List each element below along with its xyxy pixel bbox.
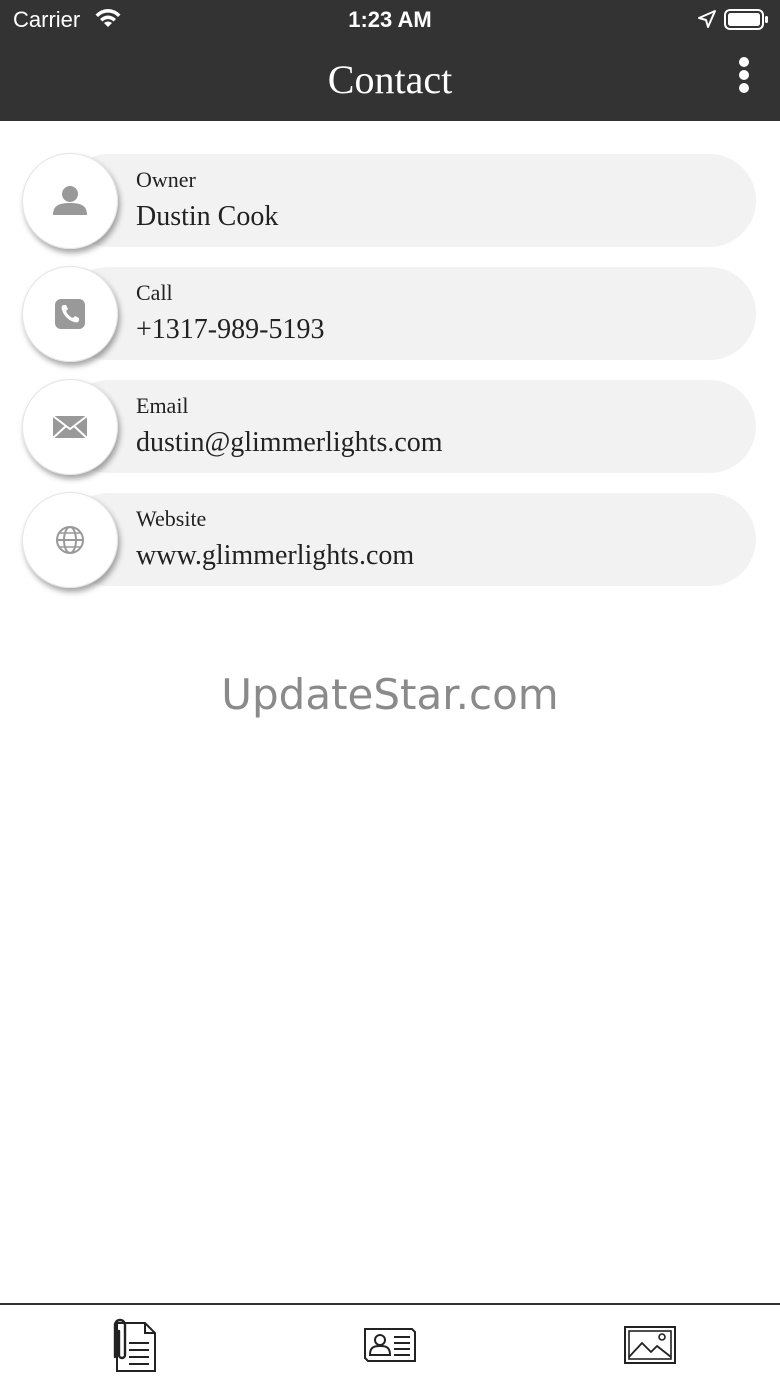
- location-arrow-icon: [698, 10, 716, 28]
- tab-contact[interactable]: [360, 1315, 420, 1375]
- contact-label: Website: [136, 506, 207, 531]
- contact-label: Owner: [136, 167, 196, 192]
- more-options-icon[interactable]: [728, 56, 760, 98]
- battery-icon: [724, 9, 768, 30]
- bottom-tab-bar: [0, 1303, 780, 1387]
- globe-icon: [56, 526, 84, 554]
- tab-documents[interactable]: [101, 1315, 161, 1375]
- contact-label: Call: [136, 280, 173, 305]
- envelope-icon: [52, 415, 88, 439]
- contact-label: Email: [136, 393, 189, 418]
- clock: 1:23 AM: [348, 7, 432, 32]
- contact-value: Dustin Cook: [136, 201, 279, 232]
- document-attachment-icon: [113, 1318, 156, 1372]
- contact-row-website[interactable]: Website www.glimmerlights.com: [22, 492, 758, 588]
- contact-icon-circle: [22, 153, 118, 249]
- contact-icon-circle: [22, 379, 118, 475]
- phone-icon: [55, 299, 85, 329]
- tab-gallery[interactable]: [620, 1315, 680, 1375]
- contact-value: dustin@glimmerlights.com: [136, 427, 443, 458]
- status-bar: Carrier 1:23 AM: [0, 0, 780, 40]
- contact-value: www.glimmerlights.com: [136, 540, 415, 571]
- contact-icon-circle: [22, 266, 118, 362]
- contact-row-email[interactable]: Email dustin@glimmerlights.com: [22, 379, 758, 475]
- contact-row-owner[interactable]: Owner Dustin Cook: [22, 153, 758, 249]
- image-gallery-icon: [624, 1326, 676, 1364]
- watermark-text: UpdateStar.com: [221, 670, 559, 719]
- app-header: Carrier 1:23 AM Contact: [0, 0, 780, 121]
- contact-icon-circle: [22, 492, 118, 588]
- page-title: Contact: [327, 57, 453, 102]
- person-icon: [53, 186, 87, 215]
- contact-row-call[interactable]: Call +1317-989-5193: [22, 266, 758, 362]
- contact-card-icon: [364, 1328, 416, 1362]
- contact-value: +1317-989-5193: [136, 314, 325, 345]
